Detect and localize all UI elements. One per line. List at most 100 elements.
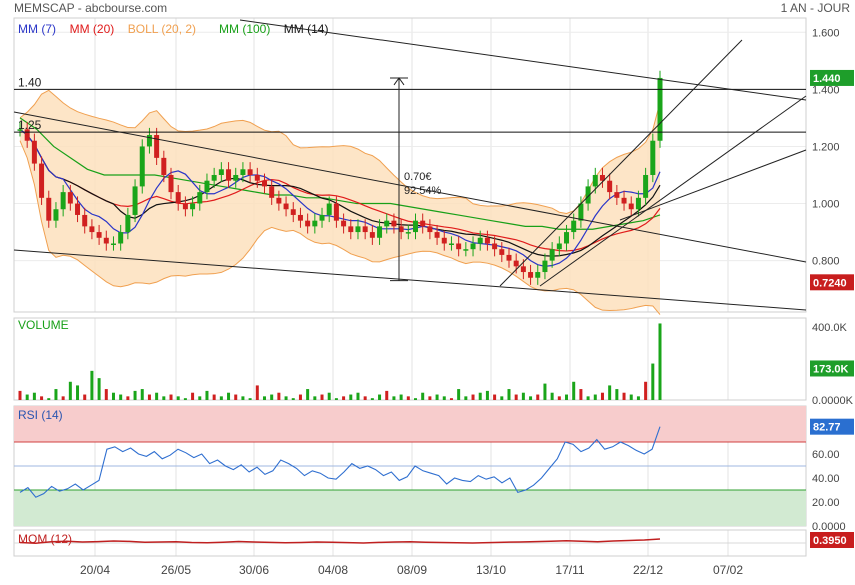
volume-bar (140, 389, 144, 400)
volume-bar (593, 394, 597, 400)
volume-title: VOLUME (18, 318, 69, 332)
volume-bar (32, 392, 36, 400)
mom-last-badge: 0.3950 (813, 535, 847, 547)
volume-bar (270, 394, 274, 400)
x-axis-label: 07/02 (713, 563, 743, 577)
volume-bar (119, 394, 123, 400)
volume-bar (90, 370, 94, 400)
trend-line (539, 95, 807, 287)
candle-body (53, 209, 59, 221)
volume-bar (399, 394, 403, 400)
volume-bar (651, 363, 655, 400)
candle-body (420, 220, 426, 227)
candle-body (643, 174, 649, 198)
rsi-tick-label: 60.00 (812, 449, 840, 461)
candle-body (592, 174, 598, 187)
volume-bar (349, 394, 353, 400)
price-last-badge: 1.440 (813, 73, 841, 85)
volume-bar (97, 378, 101, 400)
volume-bar (313, 396, 317, 400)
volume-bar (636, 396, 640, 400)
candle-body (456, 243, 462, 250)
candle-body (448, 243, 454, 245)
panel-frame (13, 317, 807, 401)
candle-body (369, 232, 375, 238)
volume-bar (435, 394, 439, 400)
candle-body (96, 232, 102, 238)
candle-body (477, 237, 483, 244)
rsi-tick-label: 20.00 (812, 497, 840, 509)
volume-bar (493, 394, 497, 400)
candle-body (305, 220, 311, 227)
volume-bar (658, 323, 662, 400)
volume-bar (363, 396, 367, 400)
volume-bar (421, 392, 425, 400)
candle-body (542, 260, 548, 273)
candle-body (240, 169, 246, 175)
candle-body (355, 226, 361, 233)
candle-body (269, 186, 275, 198)
volume-bar (557, 396, 561, 400)
price-tick-label: 1.400 (812, 84, 840, 96)
volume-bar (507, 389, 511, 400)
candle-body (441, 237, 447, 244)
volume-bar (205, 390, 209, 400)
volume-bar (155, 392, 159, 400)
volume-bar (464, 396, 468, 400)
volume-bar (608, 385, 612, 400)
candle-body (492, 243, 498, 250)
candle-body (513, 260, 519, 267)
candle-body (82, 214, 88, 227)
candle-body (283, 203, 289, 210)
candle-body (110, 243, 116, 245)
volume-bar (133, 390, 137, 400)
volume-bar (248, 398, 252, 400)
candle-body (312, 220, 318, 227)
candle-body (67, 192, 73, 204)
candle-body (218, 169, 224, 175)
bollinger-band (20, 90, 660, 315)
volume-bar (241, 396, 245, 400)
volume-bar (622, 392, 626, 400)
candle-body (470, 243, 476, 250)
candle-body (118, 232, 124, 244)
candle-body (132, 186, 138, 215)
candle-body (146, 135, 152, 147)
candle-body (226, 169, 232, 181)
volume-bar (478, 392, 482, 400)
x-axis-label: 20/04 (80, 563, 110, 577)
volume-bar (579, 389, 583, 400)
candle-body (326, 203, 332, 215)
volume-bar (536, 394, 540, 400)
volume-bar (428, 396, 432, 400)
volume-bar (543, 383, 547, 400)
volume-bar (284, 396, 288, 400)
candle-body (549, 249, 555, 261)
volume-bar (327, 392, 331, 400)
volume-bar (54, 389, 58, 400)
candle-body (254, 174, 260, 181)
volume-bar (406, 396, 410, 400)
volume-bar (500, 396, 504, 400)
candle-body (650, 140, 656, 175)
candle-body (614, 192, 620, 198)
rsi-tick-label: 40.00 (812, 473, 840, 485)
volume-bar (47, 398, 51, 400)
rsi-overbought-zone (14, 406, 806, 442)
x-axis-label: 04/08 (318, 563, 348, 577)
volume-bar (162, 396, 166, 400)
candle-body (175, 192, 181, 204)
x-axis-label: 30/06 (239, 563, 269, 577)
legend-item: MM (100) (219, 22, 270, 36)
candle-body (190, 203, 196, 210)
grid-lines (14, 18, 806, 556)
candle-body (60, 192, 66, 210)
volume-bar (378, 394, 382, 400)
level-label: 1.25 (18, 118, 42, 132)
candle-body (413, 220, 419, 233)
candle-body (506, 254, 512, 261)
candle-body (564, 232, 570, 244)
candle-body (103, 237, 109, 244)
candle-body (384, 220, 390, 227)
volume-bar (68, 381, 72, 400)
